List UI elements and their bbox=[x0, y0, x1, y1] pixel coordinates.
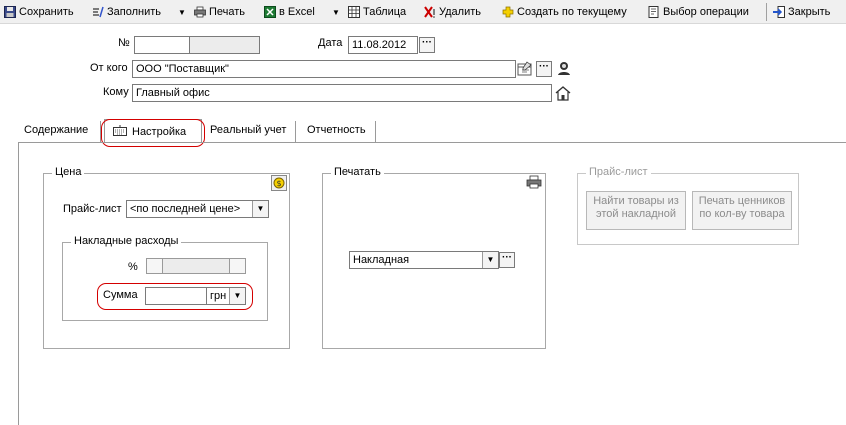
chevron-down-icon: ▼ bbox=[482, 252, 498, 268]
keyboard-icon bbox=[113, 124, 127, 139]
print-form-select[interactable]: Накладная ▼ bbox=[349, 251, 499, 269]
person-icon[interactable] bbox=[556, 60, 572, 76]
tab-separator bbox=[375, 121, 376, 142]
excel-icon bbox=[264, 6, 276, 18]
to-label: Кому bbox=[103, 86, 129, 98]
from-label: От кого bbox=[90, 62, 128, 74]
delete-x-icon bbox=[424, 6, 436, 18]
home-icon[interactable] bbox=[555, 85, 571, 101]
exit-door-icon bbox=[773, 6, 785, 18]
print-button[interactable]: Печать bbox=[194, 4, 245, 20]
currency-select[interactable]: грн ▼ bbox=[206, 287, 246, 305]
excel-button[interactable]: в Excel bbox=[264, 4, 315, 20]
fill-lines-icon bbox=[92, 6, 104, 18]
print-price-tags-button[interactable]: Печать ценников по кол-ву товара bbox=[692, 191, 792, 230]
from-input[interactable]: ООО "Поставщик" bbox=[132, 60, 516, 78]
chevron-down-icon: ▼ bbox=[252, 201, 268, 217]
sum-label: Сумма bbox=[103, 289, 138, 301]
sum-input[interactable] bbox=[145, 287, 207, 305]
fill-label: Заполнить bbox=[107, 6, 162, 18]
save-label: Сохранить bbox=[19, 6, 74, 18]
tab-separator bbox=[295, 121, 296, 142]
table-grid-icon bbox=[348, 6, 360, 18]
from-select-button[interactable]: ··· bbox=[536, 61, 552, 77]
choose-operation-button[interactable]: Выбор операции bbox=[648, 4, 749, 20]
currency-coin-icon[interactable]: $ bbox=[271, 175, 287, 191]
overhead-group: Накладные расходы bbox=[62, 235, 268, 321]
tab-separator bbox=[100, 121, 101, 142]
close-button[interactable]: Закрыть bbox=[773, 4, 830, 20]
to-input[interactable]: Главный офис bbox=[132, 84, 552, 102]
tab-content[interactable]: Содержание bbox=[18, 119, 94, 143]
table-button[interactable]: Таблица bbox=[348, 4, 406, 20]
close-label: Закрыть bbox=[788, 6, 831, 18]
delete-label: Удалить bbox=[439, 6, 481, 18]
print-label: Печать bbox=[209, 6, 246, 18]
date-label: Дата bbox=[318, 37, 343, 49]
choose-operation-label: Выбор операции bbox=[663, 6, 749, 18]
date-input[interactable]: 11.08.2012 bbox=[348, 36, 418, 54]
create-by-current-button[interactable]: Создать по текущему bbox=[502, 4, 627, 20]
delete-button[interactable]: Удалить bbox=[424, 4, 481, 20]
card-edit-icon[interactable] bbox=[517, 61, 533, 77]
pricelist-select[interactable]: <по последней цене> ▼ bbox=[126, 200, 269, 218]
toolbar: Сохранить Заполнить ▼ Печать в Excel ▼ Т… bbox=[0, 0, 846, 24]
plus-icon bbox=[502, 6, 514, 18]
overhead-group-title: Накладные расходы bbox=[71, 235, 182, 247]
printer-icon bbox=[194, 6, 206, 18]
number-label: № bbox=[118, 37, 130, 49]
toolbar-separator bbox=[766, 3, 767, 21]
tab-settings[interactable]: Настройка bbox=[104, 119, 202, 143]
price-group-title: Цена bbox=[52, 166, 85, 178]
slider-left-knob[interactable] bbox=[147, 259, 163, 273]
number-input[interactable] bbox=[134, 36, 190, 54]
chevron-down-icon: ▼ bbox=[229, 288, 245, 304]
create-by-current-label: Создать по текущему bbox=[517, 6, 627, 18]
percent-label: % bbox=[128, 261, 138, 273]
date-picker-button[interactable]: ··· bbox=[419, 37, 435, 53]
operation-icon bbox=[648, 6, 660, 18]
print-group-title: Печатать bbox=[331, 166, 384, 178]
tab-reports[interactable]: Отчетность bbox=[301, 119, 372, 143]
print-form-more-button[interactable]: ··· bbox=[499, 252, 515, 268]
percent-slider[interactable] bbox=[146, 258, 246, 274]
excel-dropdown-arrow-icon[interactable]: ▼ bbox=[332, 4, 340, 20]
svg-text:$: $ bbox=[276, 179, 281, 188]
slider-right-knob[interactable] bbox=[229, 259, 245, 273]
excel-label: в Excel bbox=[279, 6, 315, 18]
tab-real-accounting[interactable]: Реальный учет bbox=[204, 119, 292, 143]
find-goods-button[interactable]: Найти товары из этой накладной bbox=[586, 191, 686, 230]
save-button[interactable]: Сохранить bbox=[4, 4, 74, 20]
fill-dropdown-arrow-icon[interactable]: ▼ bbox=[178, 4, 186, 20]
fill-button[interactable]: Заполнить bbox=[92, 4, 161, 20]
pricelist-group-title: Прайс-лист bbox=[586, 166, 651, 178]
number-suffix-field bbox=[189, 36, 260, 54]
pricelist-label: Прайс-лист bbox=[63, 203, 122, 215]
table-label: Таблица bbox=[363, 6, 407, 18]
floppy-disk-icon bbox=[4, 6, 16, 18]
printer-icon[interactable] bbox=[526, 174, 542, 190]
